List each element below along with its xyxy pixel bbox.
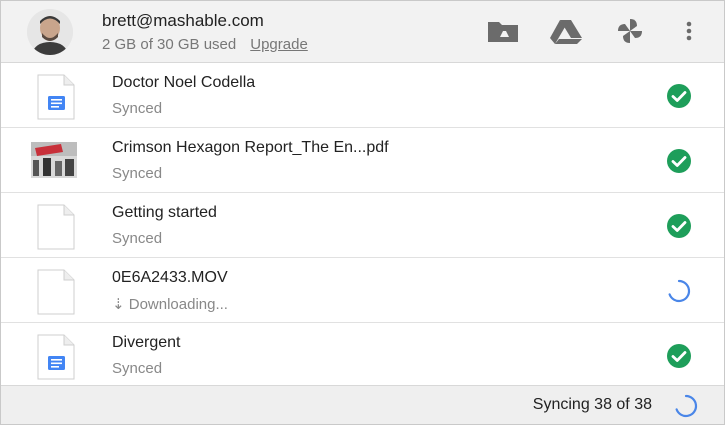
syncing-spinner-icon	[673, 393, 699, 419]
upgrade-link[interactable]: Upgrade	[250, 36, 308, 53]
file-row[interactable]: 0E6A2433.MOV ⇣ Downloading...	[1, 258, 724, 323]
downloading-spinner-icon	[666, 278, 692, 304]
synced-check-icon	[666, 213, 692, 239]
drive-logo-icon[interactable]	[549, 17, 583, 45]
file-status: Synced	[112, 165, 163, 182]
file-row[interactable]: Doctor Noel Codella Synced	[1, 63, 724, 128]
file-status: Synced	[112, 230, 163, 247]
drive-folder-icon[interactable]	[486, 17, 520, 45]
avatar[interactable]	[27, 9, 73, 55]
file-status: Synced	[112, 100, 163, 117]
google-doc-icon	[37, 74, 75, 120]
file-status: Synced	[112, 360, 163, 377]
file-status: ⇣ Downloading...	[112, 296, 228, 313]
photos-pinwheel-icon[interactable]	[613, 17, 647, 45]
file-name: Getting started	[112, 204, 217, 221]
storage-usage-text: 2 GB of 30 GB used	[102, 36, 237, 53]
pdf-thumbnail	[31, 142, 77, 178]
file-name: 0E6A2433.MOV	[112, 269, 228, 286]
blank-file-icon	[37, 269, 75, 315]
backup-sync-window: brett@mashable.com 2 GB of 30 GB used Upg…	[0, 0, 725, 425]
account-email: brett@mashable.com	[102, 11, 264, 30]
file-name: Crimson Hexagon Report_The En...pdf	[112, 139, 389, 156]
storage-usage: 2 GB of 30 GB used Upgrade	[102, 36, 308, 53]
synced-check-icon	[666, 83, 692, 109]
sync-status-bar: Syncing 38 of 38	[1, 385, 724, 424]
blank-file-icon	[37, 204, 75, 250]
file-row[interactable]: Crimson Hexagon Report_The En...pdf Sync…	[1, 128, 724, 193]
more-vert-icon[interactable]	[679, 17, 699, 45]
sync-status-text: Syncing 38 of 38	[532, 396, 652, 413]
file-list: Doctor Noel Codella Synced Crimson Hexag…	[1, 63, 724, 388]
synced-check-icon	[666, 343, 692, 369]
account-header: brett@mashable.com 2 GB of 30 GB used Upg…	[1, 1, 724, 63]
file-row[interactable]: Divergent Synced	[1, 323, 724, 388]
file-row[interactable]: Getting started Synced	[1, 193, 724, 258]
google-doc-icon	[37, 334, 75, 380]
file-name: Divergent	[112, 334, 181, 351]
file-name: Doctor Noel Codella	[112, 74, 256, 91]
synced-check-icon	[666, 148, 692, 174]
